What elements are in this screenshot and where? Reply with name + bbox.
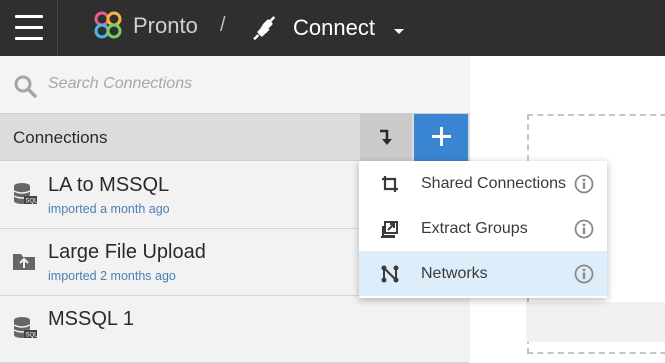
connection-meta: imported 2 months ago [48,269,176,283]
menu-item-label: Shared Connections [421,175,566,192]
top-bar: Pronto / Connect [0,0,665,56]
menu-line [15,26,43,29]
info-icon[interactable] [574,264,594,284]
svg-text:SQL: SQL [26,199,39,205]
list-item[interactable]: SQL MSSQL 1 [0,296,470,363]
menu-line [15,15,43,18]
info-icon[interactable] [574,219,594,239]
breadcrumb-separator: / [220,14,226,36]
search-bar [0,56,470,113]
info-icon[interactable] [574,174,594,194]
arrow-turn-down-icon [380,129,392,145]
svg-text:SQL: SQL [26,333,39,339]
plus-icon-bar [432,135,451,138]
menu-item-label: Networks [421,265,488,282]
plug-connect-icon [253,16,276,41]
import-button[interactable] [360,114,412,161]
app-name[interactable]: Pronto [133,13,198,39]
export-icon [381,221,398,238]
connection-name: MSSQL 1 [48,308,134,330]
add-connection-button[interactable] [414,114,468,161]
menu-item-networks[interactable]: Networks [359,251,607,296]
chevron-down-icon[interactable] [394,29,404,34]
folder-upload-icon [13,254,35,270]
connections-header: Connections [0,113,470,161]
sql-database-icon: SQL [13,317,39,339]
sql-database-icon: SQL [13,183,39,205]
connection-name: Large File Upload [48,241,206,263]
connection-name: LA to MSSQL [48,174,170,196]
section-title: Connections [13,128,108,147]
search-icon [14,75,37,98]
pronto-logo-icon [94,11,122,39]
menu-item-label: Extract Groups [421,220,528,237]
connection-meta: imported a month ago [48,202,170,216]
search-input[interactable] [48,72,448,96]
menu-item-extract-groups[interactable]: Extract Groups [359,206,607,251]
import-dropdown-menu: Shared Connections Extract Groups Networ… [359,161,607,298]
network-icon [381,265,399,283]
canvas-footer [526,302,665,342]
hamburger-menu-button[interactable] [0,0,58,56]
page-title[interactable]: Connect [293,15,375,41]
crop-icon [382,176,398,192]
menu-line [15,37,43,40]
menu-item-shared-connections[interactable]: Shared Connections [359,161,607,206]
